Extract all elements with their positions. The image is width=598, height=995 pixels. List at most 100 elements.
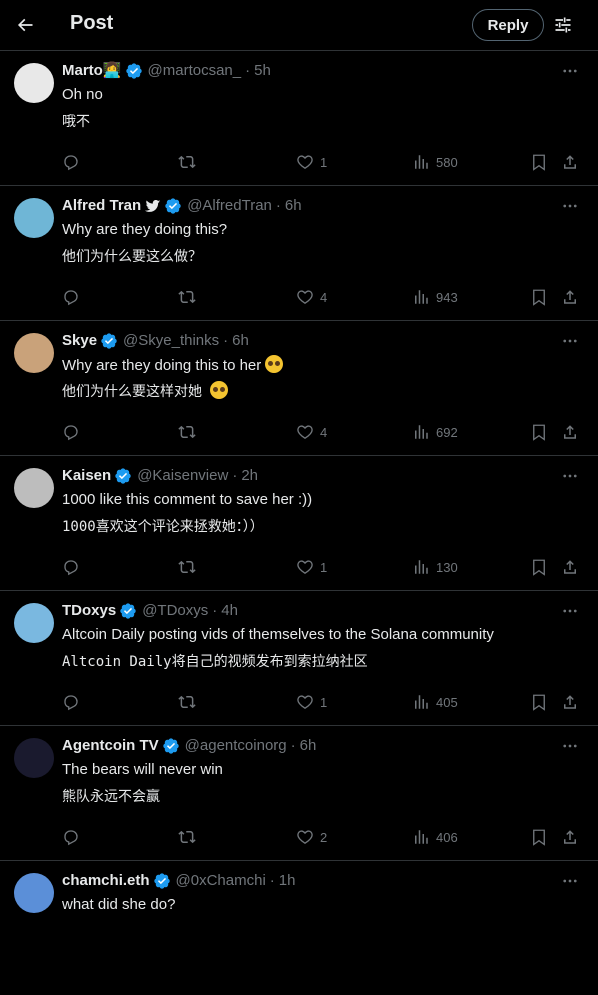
- author-name[interactable]: Alfred Tran: [62, 196, 141, 216]
- translated-text: 他们为什么要这样对她: [62, 381, 228, 403]
- views-button[interactable]: 692: [412, 423, 458, 441]
- like-count: 1: [320, 559, 328, 575]
- views-button[interactable]: 943: [412, 288, 458, 306]
- views-button[interactable]: 130: [412, 558, 458, 576]
- reply-post[interactable]: Marto👩‍💻 @martocsan_ · 5h Oh no 哦不 1 580: [0, 50, 598, 185]
- more-options-icon[interactable]: [560, 736, 580, 756]
- reply-post[interactable]: TDoxys @TDoxys · 4h Altcoin Daily posting vi…: [0, 590, 598, 725]
- reply-post[interactable]: Alfred Tran @AlfredTran · 6h Why are they do…: [0, 185, 598, 320]
- post-meta: Skye @Skye_thinks · 6h: [62, 331, 249, 351]
- like-button[interactable]: 4: [296, 288, 327, 306]
- share-icon[interactable]: [561, 828, 579, 846]
- post-meta: chamchi.eth @0xChamchi · 1h: [62, 871, 295, 891]
- timestamp[interactable]: 2h: [241, 466, 258, 486]
- reply-icon[interactable]: [62, 288, 80, 306]
- timestamp[interactable]: 6h: [285, 196, 302, 216]
- views-icon: [412, 153, 430, 171]
- avatar[interactable]: [14, 333, 54, 373]
- share-icon[interactable]: [561, 558, 579, 576]
- heart-icon: [296, 693, 314, 711]
- retweet-icon[interactable]: [177, 558, 197, 576]
- author-name[interactable]: Marto👩‍💻: [62, 61, 122, 81]
- bookmark-icon[interactable]: [530, 693, 548, 711]
- views-button[interactable]: 580: [412, 153, 458, 171]
- reply-icon[interactable]: [62, 693, 80, 711]
- more-options-icon[interactable]: [560, 196, 580, 216]
- share-icon[interactable]: [561, 693, 579, 711]
- view-count: 405: [436, 694, 458, 710]
- like-button[interactable]: 2: [296, 828, 327, 846]
- bookmark-icon[interactable]: [530, 423, 548, 441]
- reply-post[interactable]: Kaisen @Kaisenview · 2h 1000 like this comme…: [0, 455, 598, 590]
- reply-icon[interactable]: [62, 153, 80, 171]
- like-button[interactable]: 1: [296, 693, 327, 711]
- avatar[interactable]: [14, 603, 54, 643]
- reply-icon[interactable]: [62, 558, 80, 576]
- reply-post[interactable]: chamchi.eth @0xChamchi · 1h what did she do?: [0, 860, 598, 995]
- heart-icon: [296, 828, 314, 846]
- author-name[interactable]: TDoxys: [62, 601, 116, 621]
- avatar[interactable]: [14, 63, 54, 103]
- sliders-icon[interactable]: [551, 13, 575, 37]
- like-button[interactable]: 1: [296, 153, 327, 171]
- like-count: 2: [320, 829, 328, 845]
- author-handle[interactable]: @TDoxys: [142, 601, 208, 621]
- separator-dot: ·: [275, 197, 281, 214]
- author-handle[interactable]: @agentcoinorg: [185, 736, 287, 756]
- views-button[interactable]: 405: [412, 693, 458, 711]
- post-text-content: Altcoin Daily posting vids of themselves…: [62, 626, 494, 643]
- bookmark-icon[interactable]: [530, 558, 548, 576]
- views-icon: [412, 423, 430, 441]
- more-options-icon[interactable]: [560, 601, 580, 621]
- author-handle[interactable]: @Kaisenview: [137, 466, 228, 486]
- timestamp[interactable]: 5h: [254, 61, 271, 81]
- timestamp[interactable]: 4h: [221, 601, 238, 621]
- view-count: 130: [436, 559, 458, 575]
- author-name[interactable]: Kaisen: [62, 466, 111, 486]
- share-icon[interactable]: [561, 153, 579, 171]
- bookmark-icon[interactable]: [530, 288, 548, 306]
- reply-button[interactable]: Reply: [472, 9, 544, 41]
- more-options-icon[interactable]: [560, 871, 580, 891]
- like-button[interactable]: 4: [296, 423, 327, 441]
- reply-icon[interactable]: [62, 828, 80, 846]
- retweet-icon[interactable]: [177, 828, 197, 846]
- bookmark-icon[interactable]: [530, 828, 548, 846]
- retweet-icon[interactable]: [177, 288, 197, 306]
- author-handle[interactable]: @Skye_thinks: [123, 331, 219, 351]
- avatar[interactable]: [14, 198, 54, 238]
- top-bar: Post Reply: [0, 0, 598, 50]
- translated-text: 他们为什么要这么做？: [62, 246, 202, 268]
- reply-post[interactable]: Skye @Skye_thinks · 6h Why are they doing th…: [0, 320, 598, 455]
- back-arrow-icon[interactable]: [12, 12, 38, 38]
- author-handle[interactable]: @AlfredTran: [187, 196, 272, 216]
- retweet-icon[interactable]: [177, 423, 197, 441]
- retweet-icon[interactable]: [177, 693, 197, 711]
- author-handle[interactable]: @martocsan_: [148, 61, 242, 81]
- author-name[interactable]: Agentcoin TV: [62, 736, 159, 756]
- share-icon[interactable]: [561, 288, 579, 306]
- more-options-icon[interactable]: [560, 331, 580, 351]
- views-icon: [412, 828, 430, 846]
- avatar[interactable]: [14, 738, 54, 778]
- bookmark-icon[interactable]: [530, 153, 548, 171]
- reply-post[interactable]: Agentcoin TV @agentcoinorg · 6h The bears wi…: [0, 725, 598, 860]
- post-text-content: Oh no: [62, 86, 103, 103]
- post-text-content: what did she do?: [62, 896, 176, 913]
- timestamp[interactable]: 6h: [300, 736, 317, 756]
- author-name[interactable]: chamchi.eth: [62, 871, 150, 891]
- post-text: 1000 like this comment to save her :)): [62, 490, 312, 510]
- share-icon[interactable]: [561, 423, 579, 441]
- author-handle[interactable]: @0xChamchi: [176, 871, 266, 891]
- reply-icon[interactable]: [62, 423, 80, 441]
- author-name[interactable]: Skye: [62, 331, 97, 351]
- timestamp[interactable]: 1h: [279, 871, 296, 891]
- avatar[interactable]: [14, 468, 54, 508]
- views-button[interactable]: 406: [412, 828, 458, 846]
- retweet-icon[interactable]: [177, 153, 197, 171]
- more-options-icon[interactable]: [560, 61, 580, 81]
- avatar[interactable]: [14, 873, 54, 913]
- timestamp[interactable]: 6h: [232, 331, 249, 351]
- like-button[interactable]: 1: [296, 558, 327, 576]
- more-options-icon[interactable]: [560, 466, 580, 486]
